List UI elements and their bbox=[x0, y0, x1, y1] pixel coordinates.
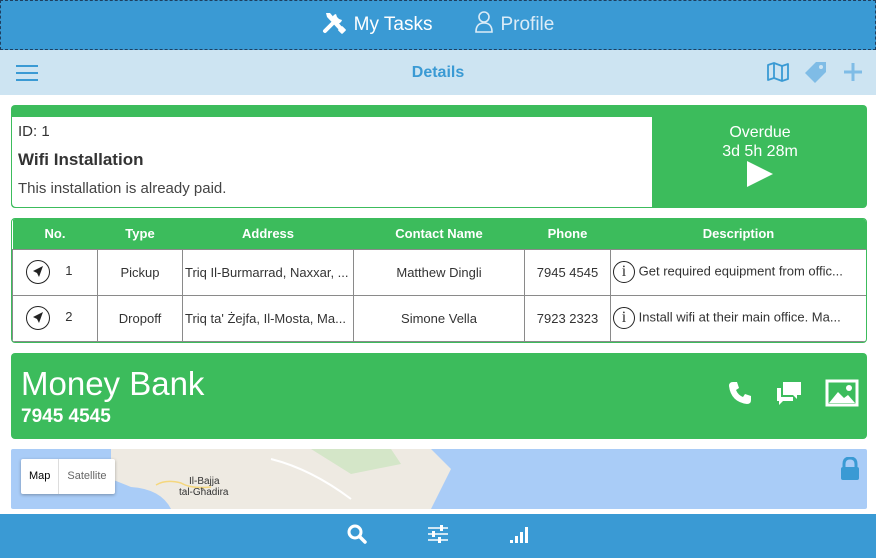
column-header-phone: Phone bbox=[524, 219, 611, 249]
company-phone: 7945 4545 bbox=[21, 406, 111, 427]
tools-icon bbox=[322, 10, 348, 40]
signal-icon[interactable] bbox=[508, 524, 530, 549]
map-type-toggle: Map Satellite bbox=[21, 459, 115, 494]
cell-contact: Simone Vella bbox=[353, 294, 525, 342]
details-header: Details bbox=[0, 50, 876, 95]
sliders-icon[interactable] bbox=[426, 523, 450, 550]
navigate-icon[interactable] bbox=[26, 260, 51, 284]
company-name: Money Bank bbox=[21, 365, 205, 402]
task-id: ID: 1 bbox=[18, 123, 50, 140]
navigate-icon[interactable] bbox=[26, 306, 51, 330]
tab-profile[interactable]: Profile bbox=[474, 11, 554, 39]
cell-type: Pickup bbox=[97, 248, 183, 296]
overdue-status: Overdue 3d 5h 28m bbox=[667, 123, 853, 161]
tag-icon[interactable] bbox=[804, 60, 828, 89]
cell-no: 2 bbox=[12, 294, 98, 342]
cell-type: Dropoff bbox=[97, 294, 183, 342]
cell-no: 1 bbox=[12, 248, 98, 296]
column-header-no: No. bbox=[12, 219, 98, 249]
status-label: Overdue bbox=[729, 124, 791, 141]
cell-contact: Matthew Dingli bbox=[353, 248, 525, 296]
tab-my-tasks[interactable]: My Tasks bbox=[322, 10, 433, 40]
plus-icon[interactable] bbox=[842, 61, 864, 88]
bottom-toolbar bbox=[0, 514, 876, 558]
info-icon[interactable]: i bbox=[613, 261, 635, 283]
column-header-description: Description bbox=[610, 219, 866, 249]
overdue-timer: 3d 5h 28m bbox=[722, 143, 798, 160]
table-row[interactable]: 1 Pickup Triq Il-Burmarrad, Naxxar, ... … bbox=[12, 248, 866, 296]
task-name: Wifi Installation bbox=[18, 150, 144, 169]
stop-number: 1 bbox=[65, 263, 73, 279]
cell-address: Triq ta' Żejfa, Il-Mosta, Ma... bbox=[182, 294, 354, 342]
map-place-label-2: tal-Għadira bbox=[179, 487, 229, 498]
chat-icon[interactable] bbox=[775, 380, 803, 411]
column-header-type: Type bbox=[97, 219, 183, 249]
table-header-row: No. Type Address Contact Name Phone Desc… bbox=[12, 219, 866, 249]
play-icon[interactable] bbox=[747, 161, 773, 187]
task-info-panel: ID: 1 Wifi Installation This installatio… bbox=[12, 117, 652, 207]
task-description: This installation is already paid. bbox=[18, 180, 227, 197]
stops-table: No. Type Address Contact Name Phone Desc… bbox=[11, 218, 867, 343]
image-icon[interactable] bbox=[825, 379, 859, 412]
task-card: ID: 1 Wifi Installation This installatio… bbox=[11, 105, 867, 208]
map-type-map-button[interactable]: Map bbox=[21, 459, 60, 494]
tab-my-tasks-label: My Tasks bbox=[353, 14, 433, 35]
cell-phone[interactable]: 7923 2323 bbox=[524, 294, 611, 342]
lock-icon[interactable] bbox=[839, 456, 861, 486]
tab-profile-label: Profile bbox=[500, 14, 555, 35]
map-type-satellite-button[interactable]: Satellite bbox=[59, 459, 114, 494]
cell-description: i Install wifi at their main office. Ma.… bbox=[610, 294, 866, 342]
column-header-contact: Contact Name bbox=[353, 219, 525, 249]
description-text: Get required equipment from offic... bbox=[638, 263, 843, 279]
table-row[interactable]: 2 Dropoff Triq ta' Żejfa, Il-Mosta, Ma..… bbox=[12, 294, 866, 342]
map-view[interactable]: Il-Bajja tal-Għadira Map Satellite bbox=[11, 449, 867, 509]
map-place-label-1: Il-Bajja bbox=[189, 476, 220, 487]
cell-description: i Get required equipment from offic... bbox=[610, 248, 866, 296]
stop-number: 2 bbox=[65, 309, 73, 325]
company-card: Money Bank 7945 4545 bbox=[11, 353, 867, 439]
phone-icon[interactable] bbox=[727, 380, 753, 411]
user-icon bbox=[474, 11, 494, 39]
top-navigation-bar: My Tasks Profile bbox=[0, 0, 876, 50]
cell-address: Triq Il-Burmarrad, Naxxar, ... bbox=[182, 248, 354, 296]
description-text: Install wifi at their main office. Ma... bbox=[638, 309, 841, 325]
map-icon[interactable] bbox=[766, 61, 790, 88]
cell-phone[interactable]: 7945 4545 bbox=[524, 248, 611, 296]
page-title: Details bbox=[411, 63, 465, 81]
column-header-address: Address bbox=[182, 219, 354, 249]
search-icon[interactable] bbox=[346, 523, 368, 550]
info-icon[interactable]: i bbox=[613, 307, 635, 329]
